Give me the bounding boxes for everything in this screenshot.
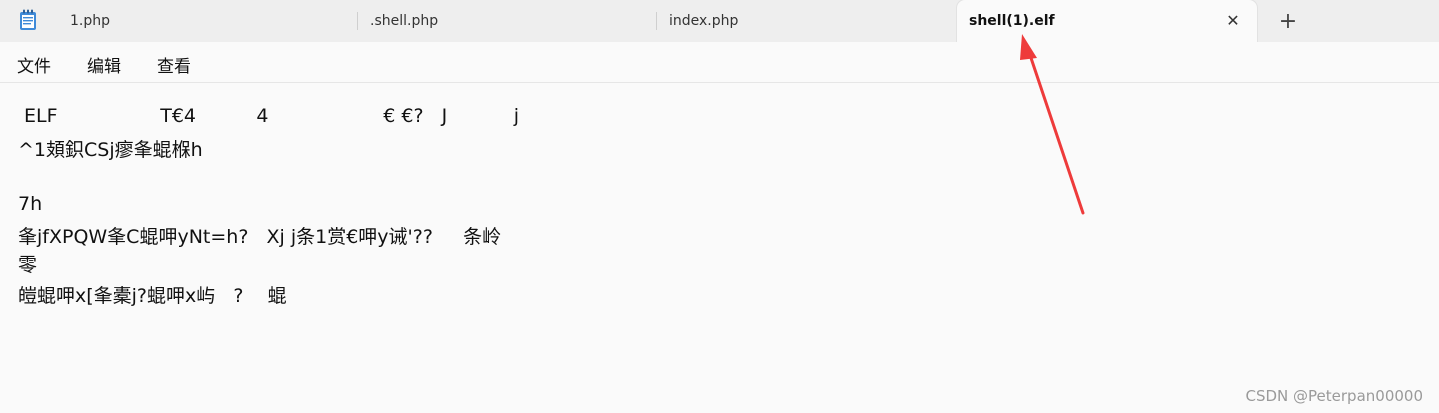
tab-bar: 1.php .shell.php index.php shell(1).elf … [0, 0, 1439, 42]
text-line: 7h [18, 193, 42, 215]
tab-label: shell(1).elf [969, 0, 1055, 42]
tab-index-php[interactable]: index.php [657, 0, 955, 42]
notepad-icon [18, 9, 38, 31]
menu-bar: 文件 编辑 查看 [0, 42, 1439, 83]
menu-file[interactable]: 文件 [17, 52, 51, 77]
text-line: 夆jfXPQW夆C蜫呷yNt=h? Xj j条1赏€呷y诫'??  条岭 [18, 222, 501, 249]
menu-view[interactable]: 查看 [157, 52, 191, 77]
tab-label: 1.php [70, 0, 110, 42]
tab-label: index.php [669, 0, 738, 42]
tab-1-php[interactable]: 1.php [58, 0, 356, 42]
tab-label: .shell.php [370, 0, 438, 42]
watermark: CSDN @Peterpan00000 [1246, 387, 1424, 405]
text-line: ELF    T€4 4   € €? J  j [18, 105, 519, 127]
tab-shell-php[interactable]: .shell.php [358, 0, 656, 42]
tab-shell-elf[interactable]: shell(1).elf ✕ [957, 0, 1257, 42]
menu-edit[interactable]: 编辑 [87, 52, 121, 77]
plus-icon[interactable]: + [1276, 10, 1300, 34]
text-line: 零 [18, 250, 37, 277]
text-editor[interactable]: ELF    T€4 4   € €? J  j… [0, 83, 1439, 413]
text-line: 皚蜫呷x[夆橐j?蜫呷x屿 ? 蜫 [18, 281, 287, 308]
text-line: ^1頍鉙CSj瘳夆蜫椺h [18, 135, 203, 162]
close-icon[interactable]: ✕ [1223, 11, 1243, 31]
